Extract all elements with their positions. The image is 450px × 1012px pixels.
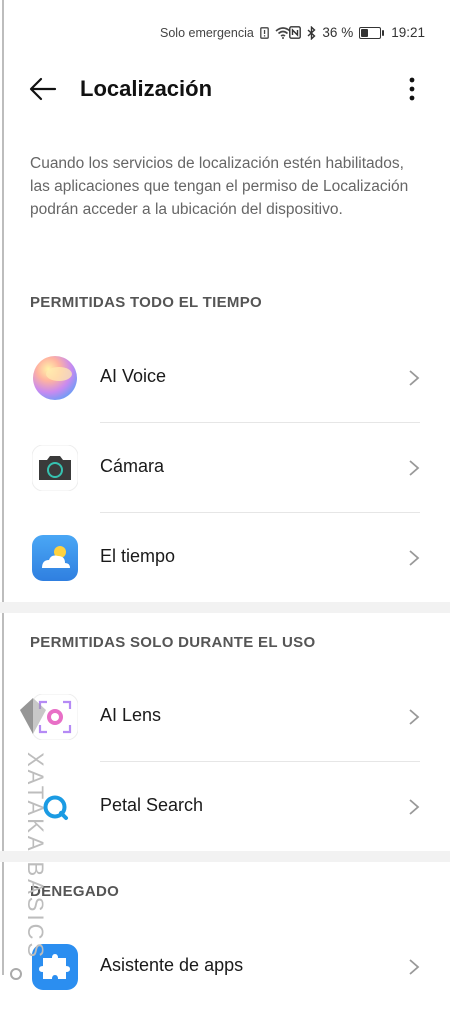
list-item-label: Cámara <box>100 456 165 476</box>
battery-percent: 36 % <box>322 25 354 40</box>
list-item-label: Asistente de apps <box>100 955 244 975</box>
ai-voice-icon <box>33 356 77 400</box>
chevron-right-icon <box>409 799 420 815</box>
list-item-el-tiempo[interactable]: El tiempo <box>0 513 450 603</box>
page-title: Localización <box>80 76 213 101</box>
chevron-right-icon <box>409 460 420 476</box>
chevron-right-icon <box>409 550 420 566</box>
list-item-label: AI Lens <box>100 705 162 725</box>
status-bar: Solo emergencia 36 % 19:21 <box>0 0 450 66</box>
section-separator <box>0 602 450 613</box>
arrow-left-icon <box>29 77 57 101</box>
list-item-ai-voice[interactable]: AI Voice <box>0 333 450 423</box>
carrier-text: Solo emergencia <box>160 26 254 40</box>
intro-description: Cuando los servicios de localización est… <box>30 155 409 218</box>
status-bar-left: Solo emergencia <box>160 26 291 40</box>
list-item-asistente-de-apps[interactable]: Asistente de apps <box>0 922 450 1012</box>
chevron-right-icon <box>409 959 420 975</box>
back-button[interactable] <box>28 74 62 104</box>
camera-icon <box>32 445 78 491</box>
weather-icon <box>32 535 78 581</box>
list-item-label: AI Voice <box>100 366 167 386</box>
more-options-button[interactable] <box>398 72 426 106</box>
chevron-right-icon <box>409 709 420 725</box>
list-item-label: Petal Search <box>100 795 204 815</box>
list-item-camara[interactable]: Cámara <box>0 423 450 513</box>
status-bar-right: 36 % 19:21 <box>289 25 425 40</box>
watermark-text: XATAKA BASICS <box>23 752 48 961</box>
more-vertical-icon <box>409 77 415 101</box>
section-header-always: PERMITIDAS TODO EL TIEMPO <box>30 294 262 311</box>
chevron-right-icon <box>409 370 420 386</box>
list-item-label: El tiempo <box>100 546 176 566</box>
list-item-petal-search[interactable]: Petal Search <box>0 762 450 852</box>
list-item-ai-lens[interactable]: AI Lens <box>0 672 450 762</box>
watermark-logo-icon <box>20 698 46 734</box>
wifi-icon <box>275 27 291 39</box>
battery-icon <box>359 26 385 39</box>
section-separator <box>0 851 450 862</box>
bluetooth-icon <box>307 25 316 40</box>
nfc-icon <box>289 26 302 39</box>
section-header-while-using: PERMITIDAS SOLO DURANTE EL USO <box>30 634 316 651</box>
sim-alert-icon <box>259 27 269 39</box>
app-bar: Localización <box>0 66 450 114</box>
clock-time: 19:21 <box>391 25 425 40</box>
